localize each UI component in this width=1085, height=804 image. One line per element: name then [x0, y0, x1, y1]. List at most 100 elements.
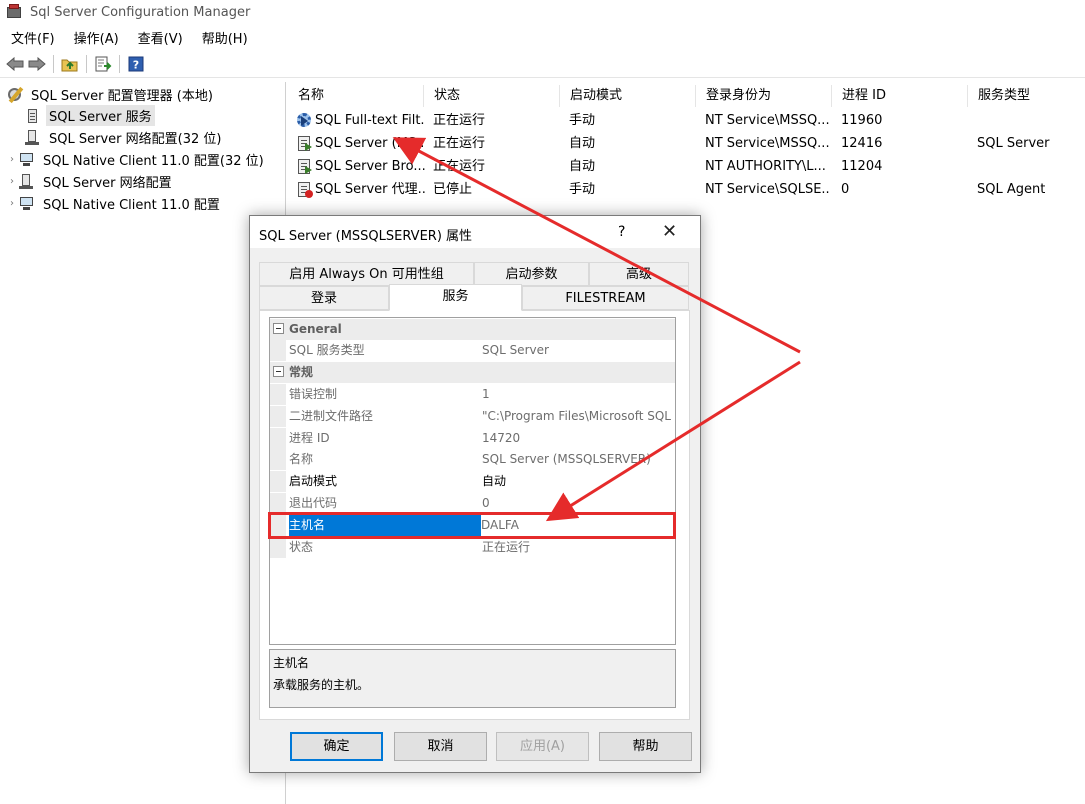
- cancel-button[interactable]: 取消: [394, 732, 487, 761]
- client-icon: [18, 196, 36, 212]
- config-manager-icon: [6, 86, 24, 104]
- expand-chevron-icon[interactable]: ›: [6, 176, 18, 187]
- column-name[interactable]: 名称: [288, 85, 424, 107]
- property-row[interactable]: 状态 正在运行: [270, 537, 675, 558]
- tree-item-label: SQL Native Client 11.0 配置(32 位): [43, 154, 264, 169]
- cell-pid: 11204: [841, 159, 883, 174]
- cell-name: SQL Full-text Filt...: [315, 113, 425, 128]
- column-logon-as[interactable]: 登录身份为: [696, 85, 832, 107]
- tab-startup-parameters[interactable]: 启动参数: [474, 262, 589, 286]
- toolbar-separator: [119, 54, 120, 73]
- server-icon: [24, 108, 42, 124]
- export-list-icon[interactable]: [92, 53, 114, 75]
- tree-root[interactable]: SQL Server 配置管理器 (本地): [6, 84, 216, 105]
- tree-item-sql-server-services[interactable]: SQL Server 服务: [12, 105, 155, 126]
- window-titlebar: Sql Server Configuration Manager: [0, 0, 1085, 24]
- property-row[interactable]: 二进制文件路径 "C:\Program Files\Microsoft SQL …: [270, 406, 675, 427]
- property-key: 二进制文件路径: [289, 409, 374, 423]
- property-row[interactable]: 退出代码 0: [270, 493, 675, 514]
- cell-type: SQL Agent: [977, 182, 1046, 197]
- cell-state: 正在运行: [433, 159, 486, 174]
- table-row[interactable]: SQL Server 代理... 已停止 手动 NT Service\SQLSE…: [288, 178, 1085, 201]
- help-icon[interactable]: ?: [125, 53, 147, 75]
- sql-config-manager-icon: [6, 4, 22, 20]
- property-key: 错误控制: [289, 387, 338, 401]
- column-state[interactable]: 状态: [424, 85, 560, 107]
- back-icon[interactable]: [4, 53, 26, 75]
- menu-view[interactable]: 查看(V): [130, 28, 191, 47]
- column-service-type[interactable]: 服务类型: [968, 85, 1085, 107]
- menu-bar: 文件(F) 操作(A) 查看(V) 帮助(H): [0, 26, 256, 48]
- cell-name: SQL Server Bro...: [315, 159, 425, 174]
- property-value: 1: [482, 387, 490, 401]
- property-row[interactable]: 名称 SQL Server (MSSQLSERVER): [270, 449, 675, 470]
- menu-file[interactable]: 文件(F): [3, 28, 63, 47]
- tree-item-network-config-32[interactable]: SQL Server 网络配置(32 位): [12, 127, 224, 148]
- column-start-mode[interactable]: 启动模式: [560, 85, 696, 107]
- property-value: "C:\Program Files\Microsoft SQL S: [482, 409, 675, 423]
- help-button[interactable]: 帮助: [599, 732, 692, 761]
- forward-icon[interactable]: [26, 53, 48, 75]
- table-row[interactable]: SQL Server Bro... 正在运行 自动 NT AUTHORITY\L…: [288, 155, 1085, 178]
- property-row[interactable]: 进程 ID 14720: [270, 428, 675, 449]
- property-grid: General SQL 服务类型 SQL Server 常规 错误控制 1 二进…: [269, 317, 676, 645]
- cell-logon: NT Service\MSSQ...: [705, 113, 830, 128]
- toolbar-separator: [86, 54, 87, 73]
- category-label: General: [289, 322, 342, 336]
- navigation-tree: SQL Server 配置管理器 (本地) SQL Server 服务 SQL …: [0, 82, 286, 804]
- apply-button[interactable]: 应用(A): [496, 732, 589, 761]
- tab-logon[interactable]: 登录: [259, 286, 389, 310]
- column-process-id[interactable]: 进程 ID: [832, 85, 968, 107]
- expand-chevron-icon[interactable]: ›: [6, 198, 18, 209]
- tree-root-label: SQL Server 配置管理器 (本地): [31, 89, 213, 104]
- up-folder-icon[interactable]: [59, 53, 81, 75]
- tab-advanced[interactable]: 高级: [589, 262, 689, 286]
- tab-always-on[interactable]: 启用 Always On 可用性组: [259, 262, 474, 286]
- cell-start-mode: 手动: [569, 182, 596, 197]
- property-value: 自动: [482, 474, 507, 488]
- menu-help[interactable]: 帮助(H): [194, 28, 256, 47]
- help-question-icon[interactable]: ?: [618, 224, 625, 240]
- property-row[interactable]: 启动模式 自动: [270, 471, 675, 492]
- property-value: 正在运行: [482, 540, 531, 554]
- cell-name: SQL Server 代理...: [315, 182, 425, 197]
- service-stopped-icon: [296, 181, 313, 198]
- cell-state: 正在运行: [433, 136, 486, 151]
- expand-chevron-icon[interactable]: ›: [6, 154, 18, 165]
- property-row[interactable]: 错误控制 1: [270, 384, 675, 405]
- dialog-titlebar: SQL Server (MSSQLSERVER) 属性 ? ✕: [250, 216, 700, 248]
- cell-pid: 0: [841, 182, 850, 197]
- tab-filestream[interactable]: FILESTREAM: [522, 286, 689, 310]
- category-general[interactable]: General: [270, 319, 675, 340]
- toolbar-separator: [53, 54, 54, 73]
- tab-service[interactable]: 服务: [389, 284, 522, 311]
- cell-pid: 11960: [841, 113, 883, 128]
- tree-item-native-client[interactable]: › SQL Native Client 11.0 配置: [6, 193, 223, 214]
- property-value: SQL Server (MSSQLSERVER): [482, 452, 651, 466]
- cell-logon: NT AUTHORITY\L...: [705, 159, 826, 174]
- service-gear-icon: [296, 112, 313, 129]
- ok-button[interactable]: 确定: [290, 732, 383, 761]
- tree-item-label: SQL Server 服务: [46, 105, 155, 126]
- cell-name: SQL Server (MS...: [315, 136, 425, 151]
- tree-item-native-client-32[interactable]: › SQL Native Client 11.0 配置(32 位): [6, 149, 267, 170]
- property-key: SQL 服务类型: [289, 343, 365, 357]
- property-key: 进程 ID: [289, 431, 330, 445]
- table-row[interactable]: SQL Full-text Filt... 正在运行 手动 NT Service…: [288, 109, 1085, 132]
- collapse-icon[interactable]: [273, 323, 284, 334]
- network-icon: [24, 129, 42, 146]
- property-description: 主机名 承载服务的主机。: [269, 649, 676, 708]
- tree-item-label: SQL Server 网络配置: [43, 176, 172, 191]
- category-general-cn[interactable]: 常规: [270, 362, 675, 383]
- cell-start-mode: 自动: [569, 136, 596, 151]
- properties-dialog: SQL Server (MSSQLSERVER) 属性 ? ✕ 启用 Alway…: [249, 215, 701, 773]
- close-icon[interactable]: ✕: [662, 221, 677, 242]
- property-row[interactable]: SQL 服务类型 SQL Server: [270, 340, 675, 361]
- table-row[interactable]: SQL Server (MS... 正在运行 自动 NT Service\MSS…: [288, 132, 1085, 155]
- property-value: SQL Server: [482, 343, 549, 357]
- collapse-icon[interactable]: [273, 366, 284, 377]
- cell-start-mode: 自动: [569, 159, 596, 174]
- cell-type: SQL Server: [977, 136, 1050, 151]
- menu-action[interactable]: 操作(A): [66, 28, 127, 47]
- tree-item-network-config[interactable]: › SQL Server 网络配置: [6, 171, 175, 192]
